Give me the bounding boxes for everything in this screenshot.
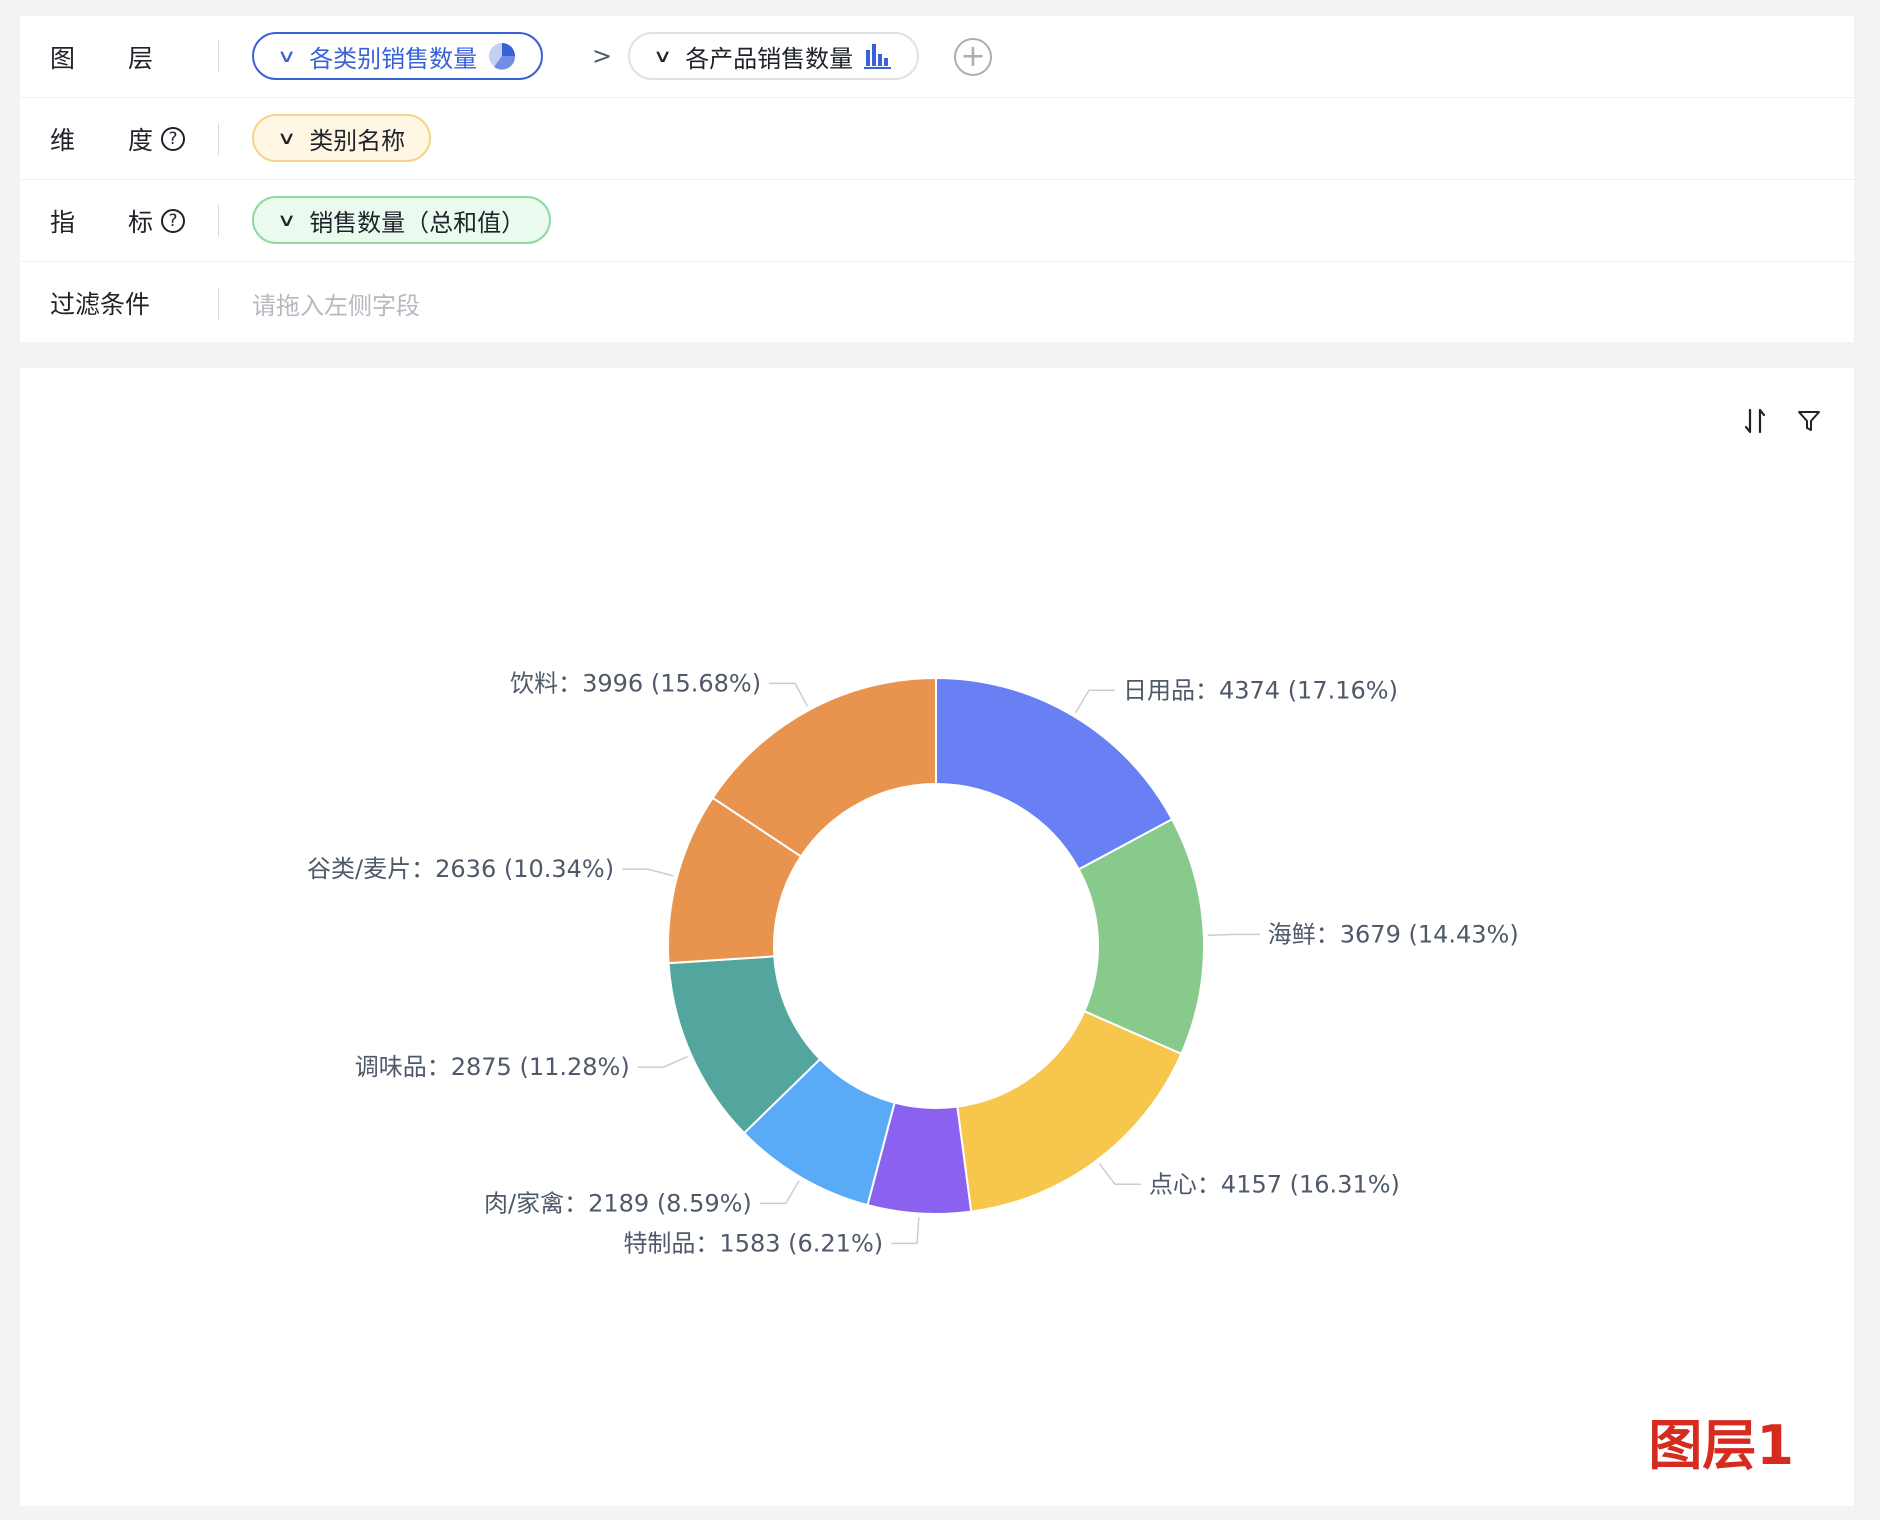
slice-label-6: 谷类/麦片：2636 (10.34%) [307,855,614,883]
slice-2[interactable] [956,1009,1183,1213]
dimension-label-b: 度 [128,126,154,155]
divider [218,41,219,73]
slice-label-7: 饮料：3996 (15.68%) [510,669,761,697]
leader-line-6 [622,868,674,877]
layer-pill-category-sales[interactable]: ∨ 各类别销售数量 [252,32,544,80]
leader-line-2 [1098,1163,1141,1186]
layer-label-b: 层 [128,44,154,73]
chevron-down-icon: ∨ [276,127,297,149]
slice-label-3: 特制品：1583 (6.21%) [623,1229,883,1257]
help-icon[interactable]: ? [161,209,186,233]
metric-label-b: 标 [128,208,154,237]
chart-panel: 日用品：4374 (17.16%) 海鲜：3679 (14.43%) 点心：4157… [20,368,1854,1506]
layer-tag: 图层1 [1648,1414,1794,1477]
chevron-down-icon: ∨ [276,209,297,231]
dimension-pill[interactable]: ∨ 类别名称 [252,114,432,162]
layer-pill-product-sales[interactable]: ∨ 各产品销售数量 [628,32,920,80]
slice-label-2: 点心：4157 (16.31%) [1149,1170,1400,1198]
slice-label-0: 日用品：4374 (17.16%) [1123,676,1398,704]
leader-line-7 [769,682,809,707]
metric-row: 指 标 ? ∨ 销售数量（总和值） [20,180,1854,262]
slice-label-1: 海鲜：3679 (14.43%) [1268,920,1519,948]
filter-row-label: 过滤条件 [50,290,151,319]
chevron-down-icon: ∨ [276,45,297,67]
filter-row: 过滤条件 请拖入左侧字段 [20,262,1854,344]
layer-row-label: 图 层 [50,16,210,98]
layer-row: 图 层 ∨ 各类别销售数量 > ∨ 各产品销售数量 + [20,16,1854,98]
help-icon[interactable]: ? [161,127,186,151]
leader-line-4 [759,1180,800,1205]
leader-line-1 [1207,933,1260,937]
chevron-down-icon: ∨ [652,45,673,67]
divider [218,123,219,155]
divider [218,205,219,237]
slice-label-5: 调味品：2875 (11.28%) [355,1053,630,1081]
pie-chart-icon [487,41,517,71]
dimension-row: 维 度 ? ∨ 类别名称 [20,98,1854,180]
breadcrumb-separator: > [592,42,613,70]
metric-pill-label: 销售数量（总和值） [309,208,526,237]
layer-pill-label: 各类别销售数量 [309,44,478,73]
metric-label-a: 指 [50,208,76,237]
layer-pill-label: 各产品销售数量 [685,44,854,73]
filter-drop-zone[interactable]: 请拖入左侧字段 [252,262,420,344]
leader-line-3 [891,1217,920,1245]
donut-chart: 日用品：4374 (17.16%) 海鲜：3679 (14.43%) 点心：4157… [307,669,1519,1257]
dimension-label-a: 维 [50,126,76,155]
leader-line-0 [1074,689,1115,713]
layer-label-a: 图 [50,44,76,73]
dimension-pill-label: 类别名称 [309,126,406,155]
bar-chart-icon [863,42,893,70]
slice-label-4: 肉/家禽：2189 (8.59%) [484,1189,752,1217]
metric-row-label: 指 标 ? [50,180,210,262]
dimension-row-label: 维 度 ? [50,98,210,180]
divider [218,287,219,319]
leader-line-5 [637,1055,688,1068]
add-layer-button[interactable]: + [954,38,992,76]
metric-pill[interactable]: ∨ 销售数量（总和值） [252,196,552,244]
config-panel: 图 层 ∨ 各类别销售数量 > ∨ 各产品销售数量 + 维 度 ? ∨ 类别名称… [20,16,1854,342]
